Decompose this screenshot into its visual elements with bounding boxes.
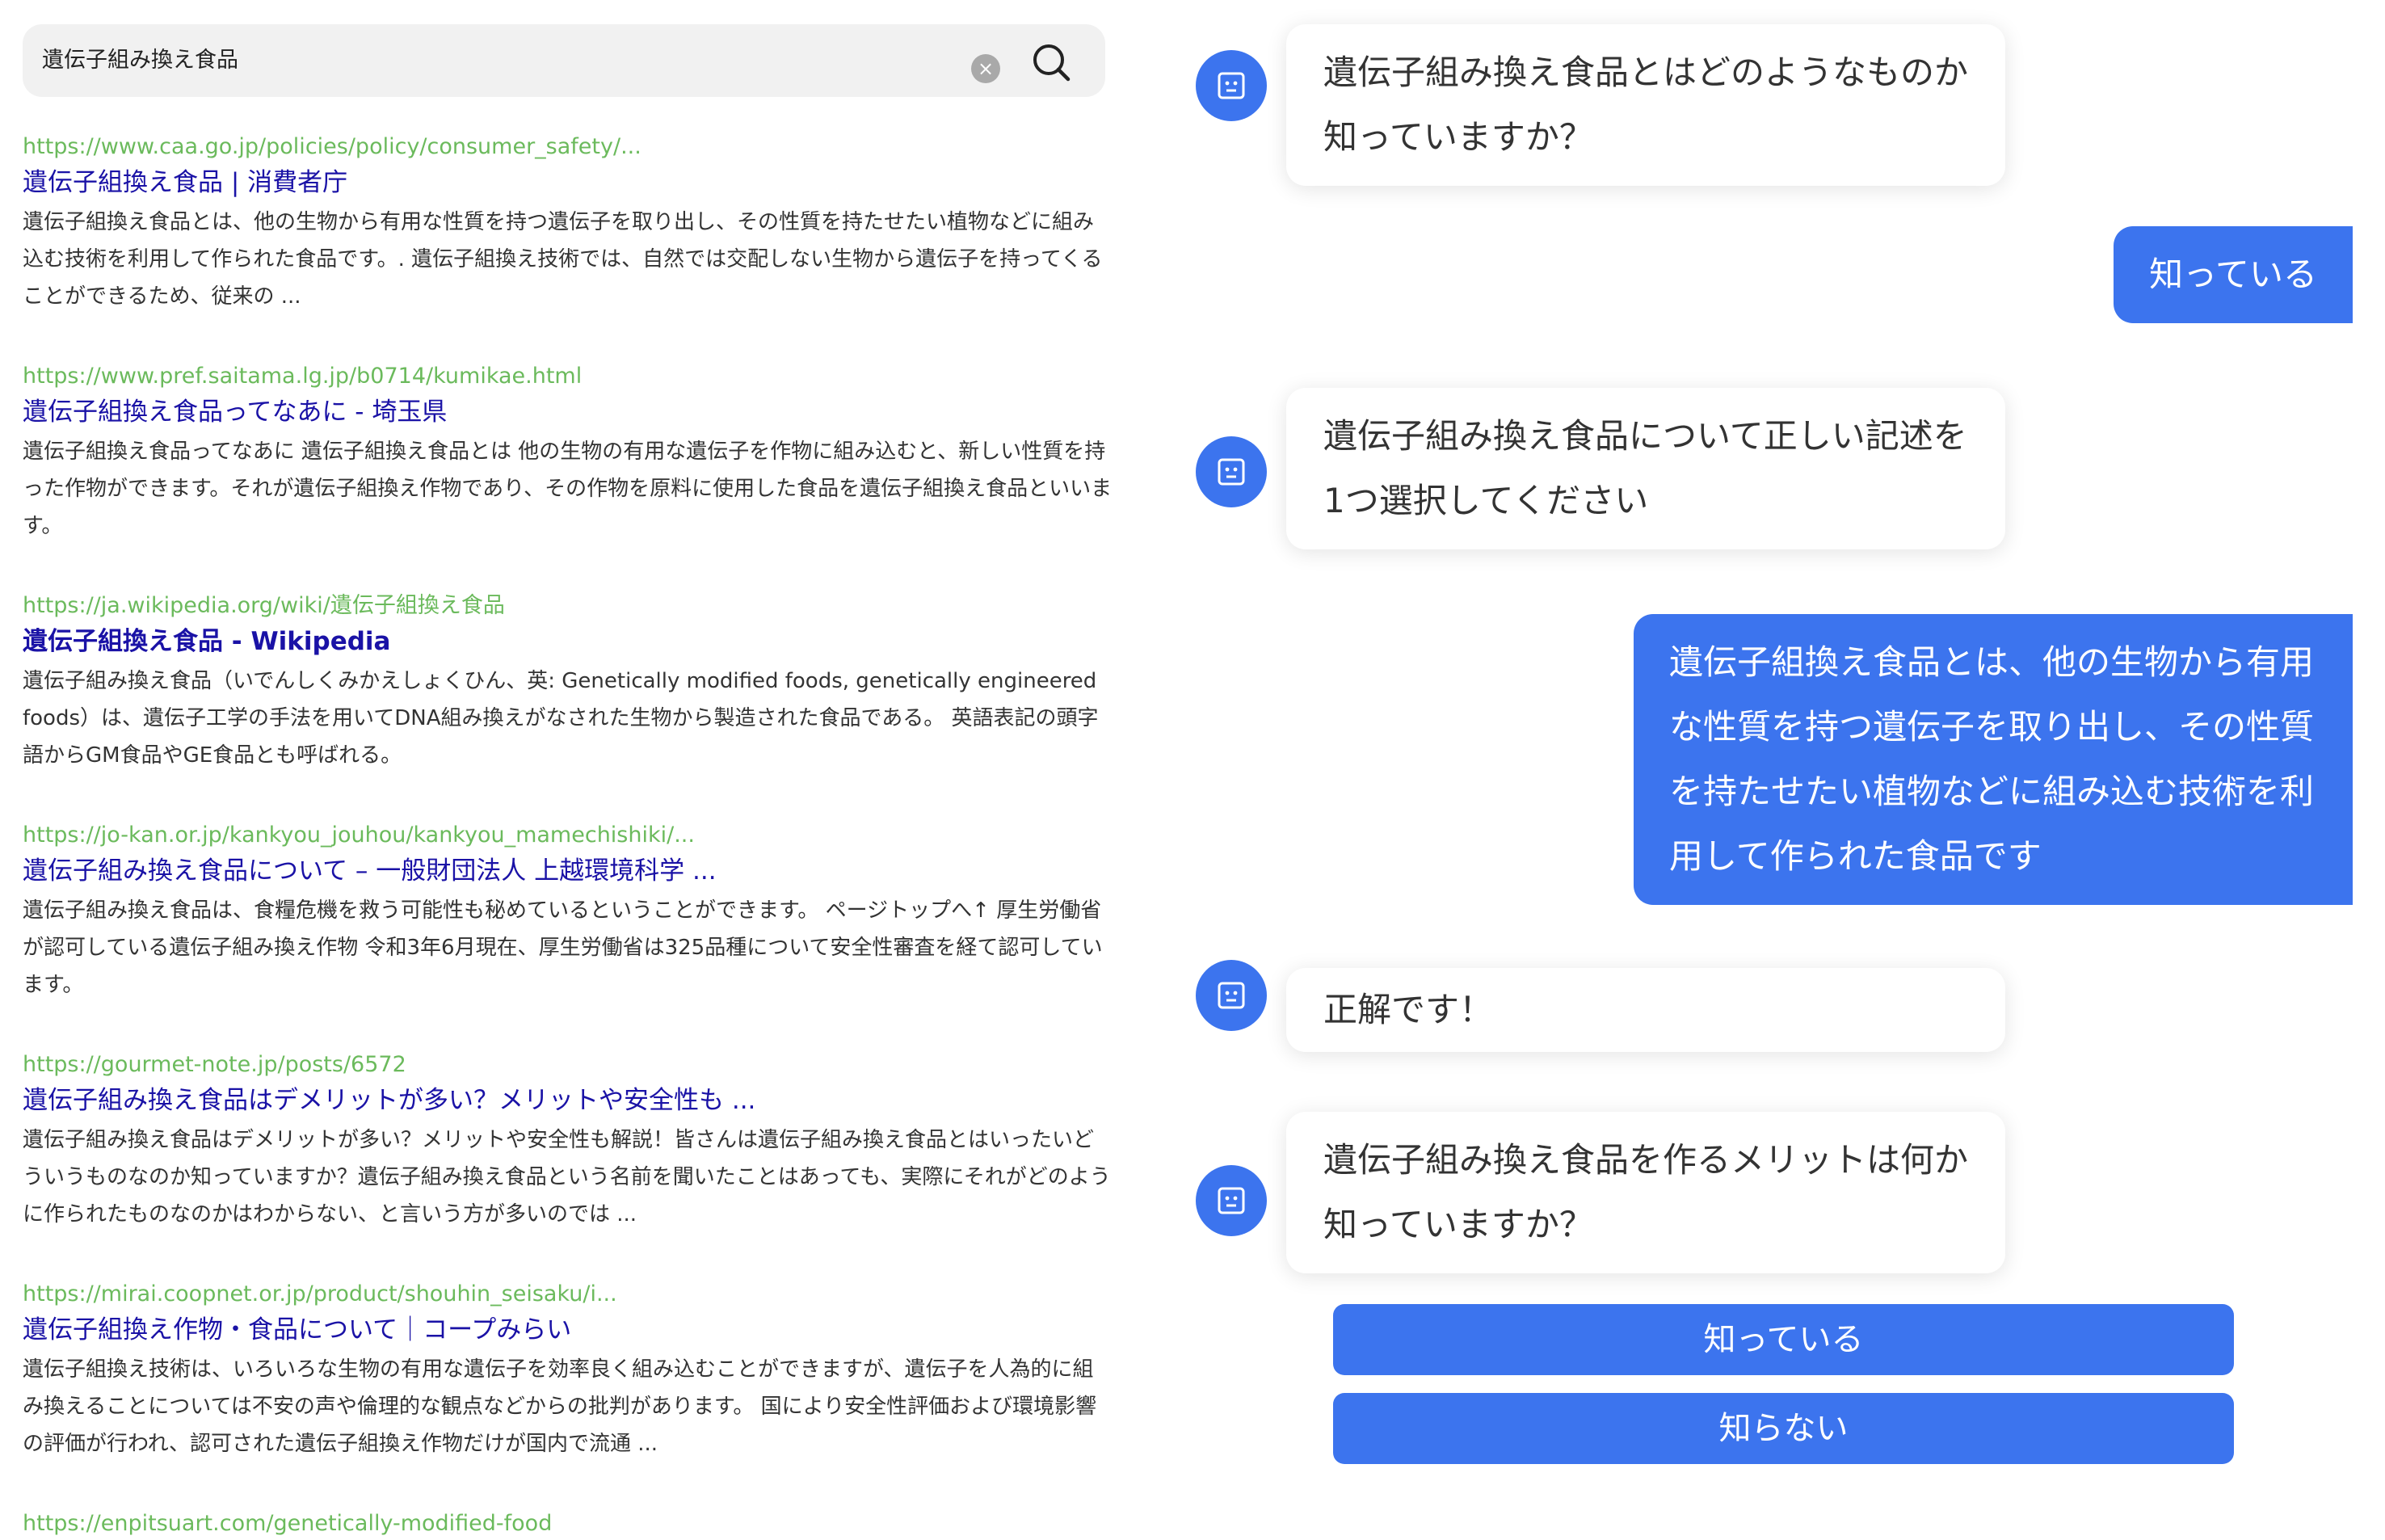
bot-message-text: 正解です！ [1286, 968, 2005, 1052]
search-input[interactable] [42, 24, 931, 97]
result-snippet: 遺伝子組み換え食品は、食糧危機を救う可能性も秘めているということができます。 ペ… [23, 898, 1103, 997]
result-url[interactable]: https://ja.wikipedia.org/wiki/遺伝子組換え食品 [23, 590, 1113, 622]
search-icon [1033, 44, 1071, 82]
bot-message-text: 遺伝子組み換え食品を作るメリットは何か知っていますか？ [1286, 1112, 2005, 1273]
result-snippet: 遺伝子組み換え食品（いでんしくみかえしょくひん、英: Genetically m… [23, 669, 1099, 768]
result-snippet: 遺伝子組換え食品とは、他の生物から有用な性質を持つ遺伝子を取り出し、その性質を持… [23, 210, 1103, 309]
result-title-link[interactable]: 遺伝子組換え作物・食品について｜コープみらい [23, 1311, 1113, 1349]
result-snippet: 遺伝子組換え食品ってなあに 遺伝子組換え食品とは 他の生物の有用な遺伝子を作物に… [23, 440, 1113, 538]
result-title-link[interactable]: 遺伝子組換え食品ってなあに - 埼玉県 [23, 393, 1113, 431]
robot-face-icon [1218, 72, 1245, 99]
search-result: https://enpitsuart.com/genetically-modif… [23, 1508, 1113, 1540]
result-url[interactable]: https://www.caa.go.jp/policies/policy/co… [23, 131, 1113, 163]
bot-avatar [1196, 50, 1267, 121]
robot-face-icon [1218, 1187, 1245, 1214]
result-url[interactable]: https://mirai.coopnet.or.jp/product/shou… [23, 1278, 1113, 1311]
result-title-link[interactable]: 遺伝子組み換え食品について – 一般財団法人 上越環境科学 ... [23, 852, 1113, 890]
bot-avatar [1196, 436, 1267, 507]
bot-avatar [1196, 1165, 1267, 1236]
bot-avatar [1196, 960, 1267, 1031]
result-title-link[interactable]: 遺伝子組換え食品 - Wikipedia [23, 622, 1113, 661]
search-result: https://www.caa.go.jp/policies/policy/co… [23, 131, 1113, 315]
result-snippet: 遺伝子組換え技術は、いろいろな生物の有用な遺伝子を効率良く組み込むことができます… [23, 1357, 1097, 1456]
user-message: 知っている [2114, 226, 2353, 323]
search-result: https://gourmet-note.jp/posts/6572 遺伝子組み… [23, 1049, 1113, 1233]
result-url[interactable]: https://gourmet-note.jp/posts/6572 [23, 1049, 1113, 1081]
bot-message-text: 遺伝子組み換え食品とはどのようなものか知っていますか？ [1286, 24, 2005, 186]
search-result: https://ja.wikipedia.org/wiki/遺伝子組換え食品 遺… [23, 590, 1113, 774]
robot-face-icon [1218, 458, 1245, 486]
result-url[interactable]: https://enpitsuart.com/genetically-modif… [23, 1508, 1113, 1540]
search-bar: × [23, 24, 1105, 97]
result-url[interactable]: https://jo-kan.or.jp/kankyou_jouhou/kank… [23, 819, 1113, 852]
user-message: 遺伝子組換え食品とは、他の生物から有用な性質を持つ遺伝子を取り出し、その性質を持… [1634, 614, 2353, 905]
clear-icon: × [977, 57, 995, 80]
result-title-link[interactable]: 遺伝子組換え食品 | 消費者庁 [23, 163, 1113, 202]
result-title-link[interactable]: 遺伝子組み換え食品はデメリットが多い？メリットや安全性も ... [23, 1081, 1113, 1120]
result-url[interactable]: https://www.pref.saitama.lg.jp/b0714/kum… [23, 360, 1113, 393]
clear-search-button[interactable]: × [971, 54, 1000, 83]
search-result: https://www.pref.saitama.lg.jp/b0714/kum… [23, 360, 1113, 545]
search-result: https://jo-kan.or.jp/kankyou_jouhou/kank… [23, 819, 1113, 1004]
search-result: https://mirai.coopnet.or.jp/product/shou… [23, 1278, 1113, 1462]
choice-button-know[interactable]: 知っている [1333, 1304, 2234, 1375]
robot-face-icon [1218, 982, 1245, 1009]
search-button[interactable] [1029, 40, 1073, 84]
result-snippet: 遺伝子組み換え食品はデメリットが多い？メリットや安全性も解説！皆さんは遺伝子組み… [23, 1128, 1111, 1227]
bot-message-text: 遺伝子組み換え食品について正しい記述を1つ選択してください [1286, 388, 2005, 549]
choice-button-dont-know[interactable]: 知らない [1333, 1393, 2234, 1464]
search-pane: × https://www.caa.go.jp/policies/policy/… [0, 0, 1131, 1536]
